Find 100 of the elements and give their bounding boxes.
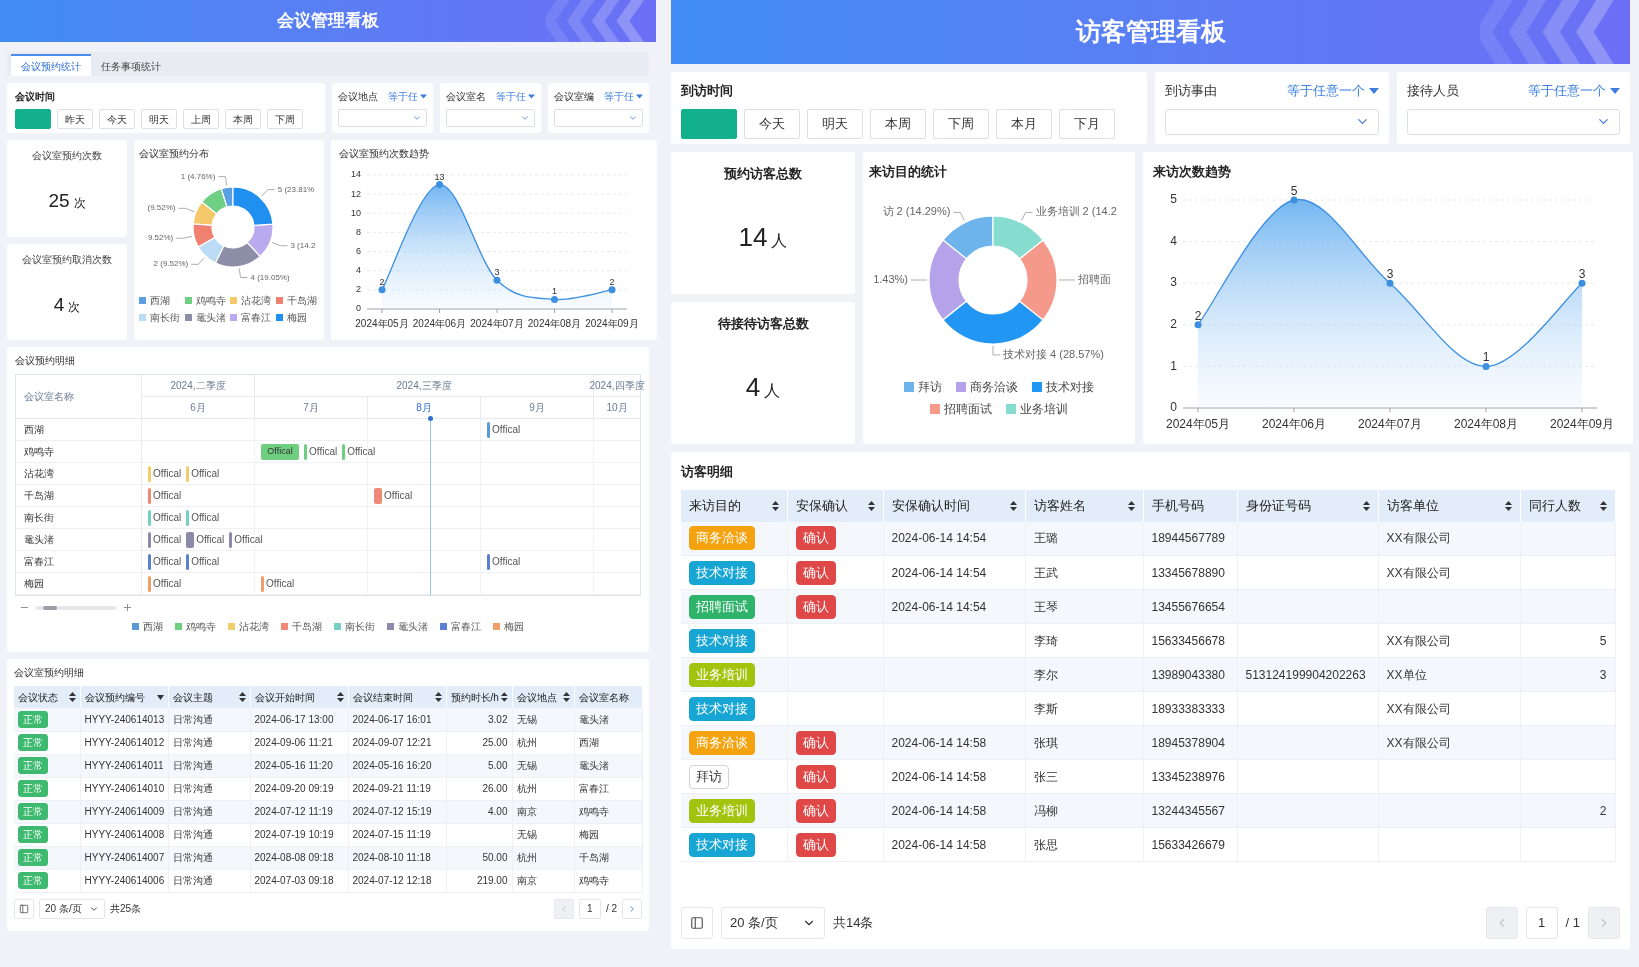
task-bar[interactable] — [148, 531, 151, 548]
task-bar[interactable] — [186, 531, 195, 548]
date-range-button[interactable]: 本周 — [870, 108, 926, 139]
task-bar[interactable]: Offical — [261, 443, 299, 460]
task-bar[interactable] — [148, 575, 151, 592]
task-bar[interactable] — [229, 531, 233, 548]
task-bar[interactable] — [148, 487, 151, 504]
date-range-button[interactable]: 明天 — [807, 108, 863, 139]
next-page-button[interactable] — [622, 898, 642, 919]
column-header[interactable]: 会议状态 — [14, 686, 80, 708]
table-cell: 日常沟通 — [168, 754, 250, 777]
task-label: Offical — [492, 422, 521, 437]
date-range-button[interactable] — [681, 108, 737, 139]
slider-thumb[interactable] — [42, 605, 57, 610]
task-bar[interactable] — [374, 487, 382, 504]
filter-label: 会议地点 — [338, 90, 378, 104]
column-header[interactable]: 会议主题 — [168, 686, 250, 708]
task-bar[interactable] — [186, 509, 190, 526]
date-range-button[interactable]: 下周 — [933, 108, 989, 139]
date-range-button[interactable]: 今天 — [744, 108, 800, 139]
tab[interactable]: 会议预约统计 — [11, 54, 91, 76]
task-bar[interactable] — [342, 443, 346, 460]
task-bar[interactable] — [261, 575, 264, 592]
status-label: 正常 — [18, 849, 48, 866]
select-field[interactable] — [446, 109, 535, 127]
select-field[interactable] — [338, 109, 427, 127]
operator-dropdown[interactable]: 等于任 — [388, 89, 427, 104]
page-size-select[interactable]: 20 条/页 — [721, 907, 825, 939]
data-label: 业务培训 2 (14.2 — [1035, 204, 1117, 217]
table-cell: 50.00 — [446, 846, 512, 869]
column-header[interactable]: 同行人数 — [1520, 489, 1615, 522]
column-header[interactable]: 访客单位 — [1378, 489, 1520, 522]
confirmation-label: 确认 — [795, 798, 836, 823]
date-range-button[interactable]: 昨天 — [57, 109, 93, 129]
axis-label: 2 — [1170, 316, 1177, 331]
task-bar[interactable] — [487, 421, 490, 438]
column-header[interactable]: 会议预约编号 — [80, 686, 168, 708]
operator-dropdown[interactable]: 等于任 — [496, 89, 535, 104]
stat-title: 会议室预约次数 — [32, 149, 102, 163]
data-label: 1.43%) — [873, 272, 908, 285]
select-field[interactable] — [1406, 108, 1620, 135]
column-settings-button[interactable] — [14, 898, 34, 919]
select-field[interactable] — [554, 109, 643, 127]
task-bar[interactable] — [304, 443, 307, 460]
operator-dropdown[interactable]: 等于任意一个 — [1528, 81, 1620, 101]
table-cell: 18933383333 — [1143, 691, 1237, 726]
table-cell: 王琴 — [1025, 589, 1143, 624]
column-header[interactable]: 预约时长/h — [446, 686, 512, 708]
legend-label: 商务洽谈 — [970, 378, 1018, 396]
table-cell: 杭州 — [512, 846, 574, 869]
date-range-button[interactable]: 本周 — [225, 109, 261, 129]
column-header[interactable]: 安保确认时间 — [883, 489, 1025, 522]
date-range-button[interactable]: 上周 — [183, 109, 219, 129]
date-range-button[interactable]: 下月 — [1059, 108, 1115, 139]
panel-title: 会议室预约明细 — [14, 666, 85, 680]
sort-icon — [500, 692, 508, 702]
select-field[interactable] — [1165, 108, 1379, 135]
column-header[interactable]: 来访目的 — [681, 489, 787, 522]
purpose-label: 技术对接 — [689, 560, 755, 585]
data-label: 1 — [552, 286, 557, 297]
stat-unit: 人 — [764, 380, 781, 401]
tab[interactable]: 任务事项统计 — [91, 54, 171, 76]
data-label: 1 — [1482, 349, 1490, 364]
page-size-select[interactable]: 20 条/页 — [39, 898, 105, 919]
task-bar[interactable] — [487, 553, 490, 570]
column-header[interactable]: 会议开始时间 — [250, 686, 348, 708]
table-cell: 2 — [1520, 793, 1615, 828]
column-settings-button[interactable] — [681, 907, 713, 939]
task-label: Offical — [384, 488, 413, 503]
panel-title: 会议预约明细 — [15, 354, 76, 368]
panel-title: 会议室预约分布 — [139, 147, 210, 161]
leader-line — [178, 207, 195, 213]
task-bar[interactable] — [186, 553, 190, 570]
date-range-button[interactable]: 本月 — [996, 108, 1052, 139]
page-input[interactable]: 1 — [1525, 907, 1558, 939]
operator-dropdown[interactable]: 等于任意一个 — [1286, 81, 1379, 101]
column-header[interactable]: 会议地点 — [512, 686, 574, 708]
column-header[interactable]: 访客姓名 — [1025, 489, 1143, 522]
date-range-button[interactable]: 今天 — [99, 109, 135, 129]
task-bar[interactable] — [148, 509, 151, 526]
dashboard-title: 会议管理看板 — [277, 10, 379, 33]
task-label: Offical — [191, 466, 220, 481]
table-cell: 日常沟通 — [168, 777, 250, 800]
zoom-slider[interactable] — [36, 605, 116, 610]
date-range-button[interactable]: 明天 — [141, 109, 177, 129]
legend-label: 鸡鸣寺 — [186, 620, 216, 634]
operator-dropdown[interactable]: 等于任 — [604, 89, 643, 104]
column-header[interactable]: 手机号码 — [1143, 489, 1237, 522]
column-header[interactable]: 会议室名称 — [574, 686, 642, 708]
task-bar[interactable] — [148, 553, 151, 570]
panel-title: 来访目的统计 — [869, 163, 948, 181]
caret-down-icon — [1610, 87, 1620, 94]
column-header[interactable]: 安保确认 — [787, 489, 883, 522]
column-header[interactable]: 会议结束时间 — [348, 686, 446, 708]
zoom-in-button[interactable] — [122, 602, 133, 613]
column-header[interactable]: 身份证号码 — [1237, 489, 1378, 522]
date-range-button[interactable]: 下周 — [267, 109, 303, 129]
table-cell: 王武 — [1025, 555, 1143, 590]
page-input[interactable]: 1 — [578, 898, 601, 919]
plus-icon — [122, 602, 133, 613]
